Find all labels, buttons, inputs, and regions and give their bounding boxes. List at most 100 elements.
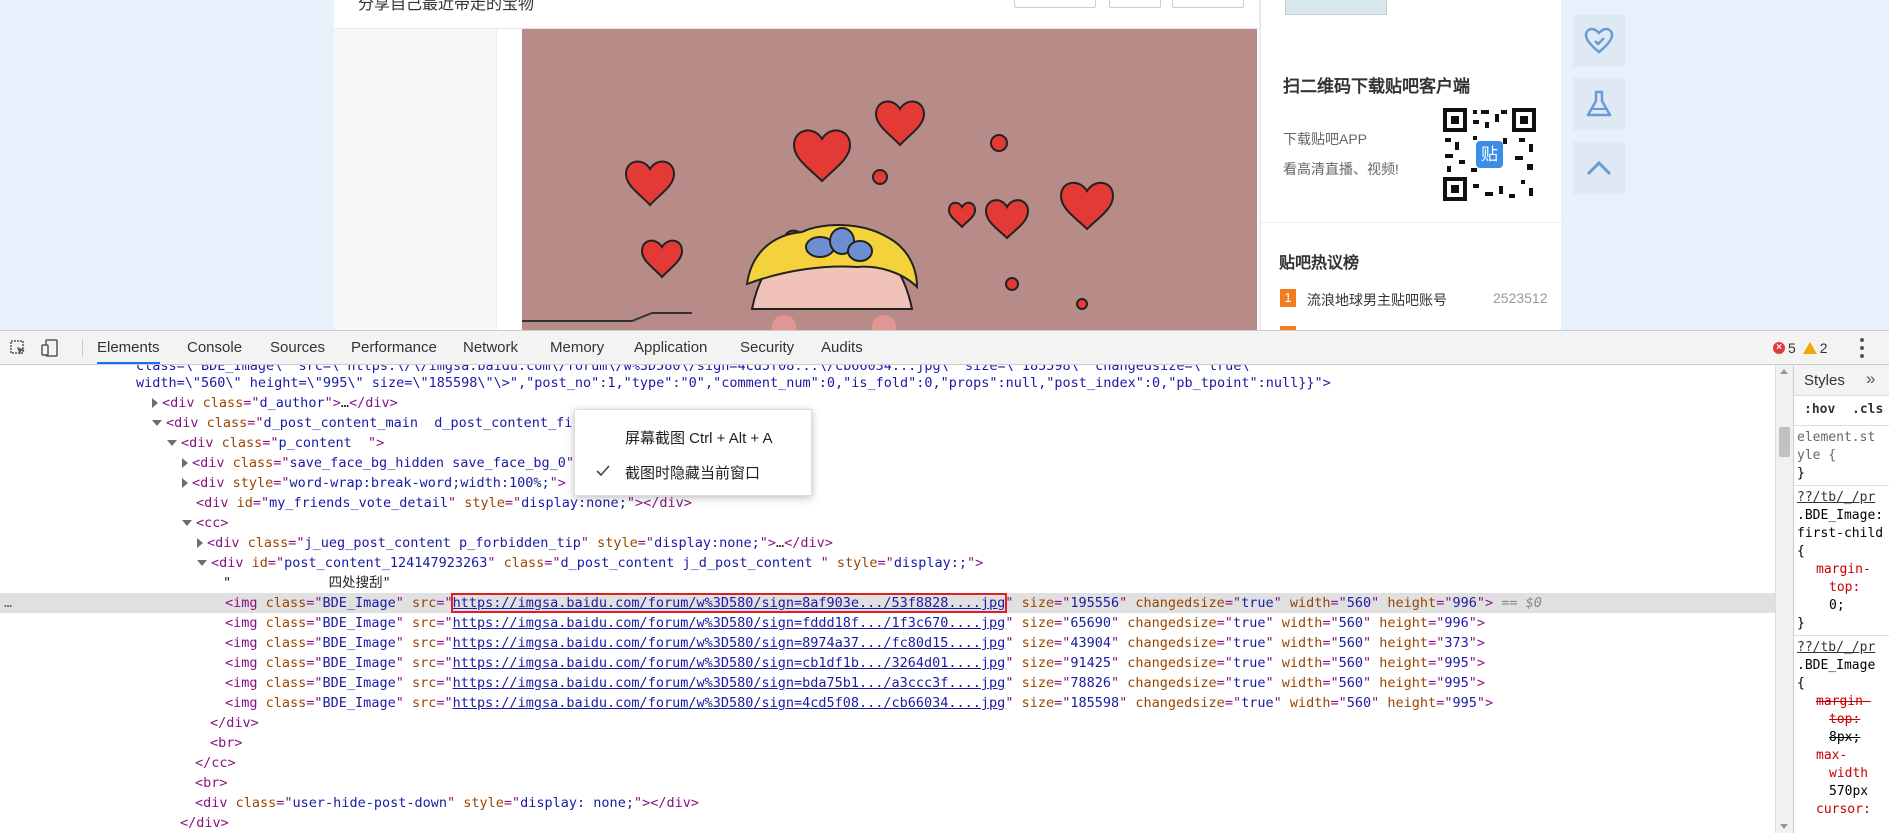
dom-node-save-face[interactable]: <div class="save_face_bg_hidden save_fac… xyxy=(0,453,1775,473)
css-property[interactable]: width xyxy=(1829,765,1868,783)
attr-value: 43904 xyxy=(1070,635,1111,651)
img-src-link[interactable]: https://imgsa.baidu.com/forum/w%3D580/si… xyxy=(450,593,1008,613)
dom-scrollbar[interactable] xyxy=(1775,365,1793,833)
tab-network[interactable]: Network xyxy=(463,331,518,364)
css-property[interactable]: max- xyxy=(1816,747,1847,765)
dom-close-cc[interactable]: </cc> xyxy=(0,753,1775,773)
hot-item-link[interactable]: 流浪地球男主贴吧账号 xyxy=(1307,290,1447,310)
hover-state-toggle[interactable]: :hov xyxy=(1804,402,1835,417)
dom-node-img[interactable]: <img class="BDE_Image" src="https://imgs… xyxy=(0,673,1775,693)
dom-node-word-wrap[interactable]: <div style="word-wrap:break-word;width:1… xyxy=(0,473,1775,493)
dom-node-ueg-post[interactable]: <div class="j_ueg_post_content p_forbidd… xyxy=(0,533,1775,553)
tab-console[interactable]: Console xyxy=(187,331,242,364)
device-toolbar-icon[interactable] xyxy=(41,339,59,357)
menu-item-hide-window[interactable]: 截图时隐藏当前窗口 xyxy=(625,462,760,483)
scrollbar-thumb[interactable] xyxy=(1779,427,1790,457)
collapse-arrow-icon[interactable] xyxy=(152,420,162,426)
more-actions-icon[interactable]: … xyxy=(4,593,12,613)
dom-node-d-author[interactable]: <div class="d_author">…</div> xyxy=(0,393,1775,413)
attr-value: 65690 xyxy=(1070,615,1111,631)
attr-value: 995 xyxy=(1444,655,1469,671)
element-style-selector: element.st xyxy=(1797,430,1876,445)
img-src-link[interactable]: https://imgsa.baidu.com/forum/w%3D580/si… xyxy=(453,675,1006,691)
dom-node-img[interactable]: <img class="BDE_Image" src="https://imgs… xyxy=(0,693,1775,713)
dom-node-img[interactable]: <img class="BDE_Image" src="https://imgs… xyxy=(0,613,1775,633)
tab-styles[interactable]: Styles xyxy=(1804,372,1845,389)
dom-node-p-content[interactable]: <div class="p_content "> xyxy=(0,433,1775,453)
rule-open-brace: { xyxy=(1797,544,1805,559)
favorite-button[interactable] xyxy=(1573,15,1625,67)
header-button[interactable] xyxy=(1172,0,1244,8)
stylesheet-source-link[interactable]: ??/tb/_/pr xyxy=(1797,639,1875,657)
back-to-top-button[interactable] xyxy=(1573,142,1625,194)
scroll-down-arrow-icon[interactable] xyxy=(1780,824,1788,829)
collapse-arrow-icon[interactable] xyxy=(182,520,192,526)
sidebar-thumbnail[interactable] xyxy=(1285,0,1387,15)
dom-line-attribute-text[interactable]: width=\"560\" height=\"995\" size=\"1855… xyxy=(0,373,1775,393)
scroll-up-arrow-icon[interactable] xyxy=(1780,369,1788,374)
lab-button[interactable] xyxy=(1573,78,1625,130)
dom-node-img[interactable]: <img class="BDE_Image" src="https://imgs… xyxy=(0,653,1775,673)
attr-value: j_ueg_post_content p_forbidden_tip xyxy=(304,535,581,551)
dom-attribute-overflow: width=\"560\" height=\"995\" size=\"1855… xyxy=(136,375,1331,391)
post-image[interactable] xyxy=(522,29,1257,330)
more-tabs-icon[interactable]: » xyxy=(1866,369,1875,389)
stylesheet-source-link[interactable]: ??/tb/_/pr xyxy=(1797,489,1875,507)
error-count: 5 xyxy=(1788,340,1796,356)
menu-item-screenshot[interactable]: 屏幕截图 Ctrl + Alt + A xyxy=(625,427,773,448)
class-toggle[interactable]: .cls xyxy=(1852,402,1883,417)
qr-code[interactable]: 贴 xyxy=(1443,108,1536,201)
tab-sources[interactable]: Sources xyxy=(270,331,325,364)
tab-elements[interactable]: Elements xyxy=(97,331,160,364)
tab-performance[interactable]: Performance xyxy=(351,331,437,364)
selected-node-marker: == $0 xyxy=(1501,595,1542,611)
attr-value: 996 xyxy=(1444,615,1469,631)
dom-node-post-content-main[interactable]: <div class="d_post_content_main d_post_c… xyxy=(0,413,1775,433)
dom-node-img[interactable]: <img class="BDE_Image" src="https://imgs… xyxy=(0,633,1775,653)
dom-node-br[interactable]: <br> xyxy=(0,733,1775,753)
dom-node-br[interactable]: <br> xyxy=(0,773,1775,793)
dom-node-img-selected[interactable]: … <img class="BDE_Image" src="https://img… xyxy=(0,593,1775,613)
css-selector: first-child xyxy=(1797,526,1884,541)
tab-security[interactable]: Security xyxy=(740,331,794,364)
img-src-link[interactable]: https://imgsa.baidu.com/forum/w%3D580/si… xyxy=(453,655,1006,671)
qr-badge-text: 贴 xyxy=(1481,145,1498,165)
attr-value: 185598 xyxy=(1070,695,1120,711)
more-options-icon[interactable] xyxy=(1856,338,1868,358)
inspect-element-icon[interactable] xyxy=(9,339,27,357)
dom-close-div[interactable]: </div> xyxy=(0,813,1775,833)
header-button[interactable] xyxy=(1109,0,1161,8)
dom-node-cc[interactable]: <cc> xyxy=(0,513,1775,533)
css-property-overridden[interactable]: margin- xyxy=(1816,693,1871,711)
css-property[interactable]: top: xyxy=(1829,579,1860,597)
attr-value: 195556 xyxy=(1070,595,1120,611)
css-property[interactable]: cursor: xyxy=(1816,801,1871,819)
css-property-overridden[interactable]: top: xyxy=(1829,711,1860,729)
css-value[interactable]: 570px xyxy=(1829,783,1868,801)
img-src-link[interactable]: https://imgsa.baidu.com/forum/w%3D580/si… xyxy=(453,635,1006,651)
css-value-overridden[interactable]: 8px; xyxy=(1829,729,1860,747)
collapse-arrow-icon[interactable] xyxy=(197,560,207,566)
expand-arrow-icon[interactable] xyxy=(152,398,158,408)
expand-arrow-icon[interactable] xyxy=(197,538,203,548)
dom-close-div[interactable]: </div> xyxy=(0,713,1775,733)
dom-node-post-content[interactable]: <div id="post_content_124147923263" clas… xyxy=(0,553,1775,573)
collapse-arrow-icon[interactable] xyxy=(167,440,177,446)
styles-tab-bar: Styles » xyxy=(1794,365,1889,396)
css-value[interactable]: 0; xyxy=(1829,597,1845,615)
attr-value: 995 xyxy=(1452,695,1477,711)
dom-node-friends-vote[interactable]: <div id="my_friends_vote_detail" style="… xyxy=(0,493,1775,513)
console-issues-badge[interactable]: × 5 2 xyxy=(1773,340,1828,356)
css-property[interactable]: margin- xyxy=(1816,561,1871,579)
expand-arrow-icon[interactable] xyxy=(182,478,188,488)
header-button[interactable] xyxy=(1014,0,1096,8)
toolbar-divider xyxy=(82,339,83,357)
tab-memory[interactable]: Memory xyxy=(550,331,604,364)
img-src-link[interactable]: https://imgsa.baidu.com/forum/w%3D580/si… xyxy=(453,615,1006,631)
expand-arrow-icon[interactable] xyxy=(182,458,188,468)
dom-text-node[interactable]: " 四处搜刮" xyxy=(0,573,1775,593)
dom-node-user-hide[interactable]: <div class="user-hide-post-down" style="… xyxy=(0,793,1775,813)
tab-audits[interactable]: Audits xyxy=(821,331,863,364)
img-src-link[interactable]: https://imgsa.baidu.com/forum/w%3D580/si… xyxy=(453,695,1006,711)
tab-application[interactable]: Application xyxy=(634,331,707,364)
